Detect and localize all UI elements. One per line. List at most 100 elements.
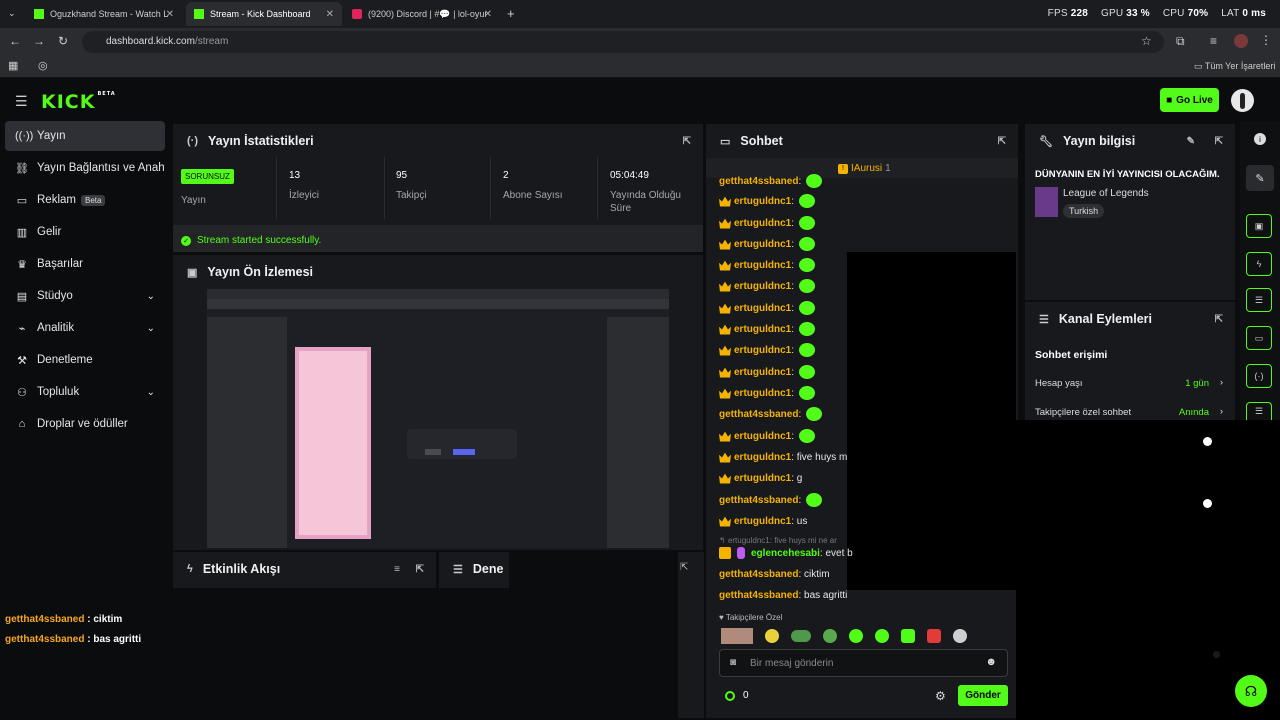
send-button[interactable]: Gönder <box>958 685 1008 706</box>
chat-message[interactable]: ertuguldnc1: us <box>719 513 807 529</box>
rail-activity-button[interactable]: ϟ <box>1246 252 1272 276</box>
chat-settings-icon[interactable]: ⚙ <box>935 689 946 703</box>
close-tab-icon[interactable]: ✕ <box>484 9 492 20</box>
chat-message[interactable]: ertuguldnc1: <box>719 300 816 316</box>
close-tab-icon[interactable]: ✕ <box>166 9 174 20</box>
chat-message[interactable]: ertuguldnc1: g <box>719 470 802 486</box>
chat-message[interactable]: getthat4ssbaned: bas agritti <box>719 587 847 603</box>
emote-icon[interactable] <box>765 629 779 643</box>
chat-message[interactable]: getthat4ssbaned: <box>719 492 823 508</box>
url-field[interactable]: dashboard.kick.com/stream <box>82 31 1164 53</box>
sidebar-item-stream[interactable]: ((·)) Yayın <box>5 121 165 151</box>
menu-dots-icon[interactable]: ⋮ <box>1260 33 1272 47</box>
emote-icon[interactable] <box>823 629 837 643</box>
popout-icon[interactable]: ⇱ <box>416 564 424 575</box>
popout-icon[interactable]: ⇱ <box>683 136 691 147</box>
edit-layout-button[interactable]: ✎ <box>1246 165 1274 191</box>
rail-stack-button[interactable]: ☰ <box>1246 402 1272 420</box>
apps-grid-icon[interactable]: ▦ <box>8 59 18 72</box>
close-tab-icon[interactable]: ✕ <box>326 9 334 20</box>
stream-preview-video[interactable] <box>207 289 669 548</box>
browser-tab-stream[interactable]: Oguzkhand Stream - Watch Live ✕ <box>26 2 182 26</box>
chat-message[interactable]: ertuguldnc1: <box>719 364 816 380</box>
browser-tab-dashboard[interactable]: Stream - Kick Dashboard ✕ <box>186 2 342 26</box>
sidebar-item-community[interactable]: ⚇ Topluluk ⌄ <box>5 377 165 407</box>
sidebar-item-stream-key[interactable]: ⛓ Yayın Bağlantısı ve Anahtar <box>5 153 165 183</box>
chat-user: getthat4ssbaned <box>719 408 799 420</box>
sidebar-item-analytics[interactable]: ⌁ Analitik ⌄ <box>5 313 165 343</box>
chat-input[interactable]: ◙ Bir mesaj gönderin ☻ <box>719 649 1008 677</box>
chat-message[interactable]: ertuguldnc1: <box>719 385 816 401</box>
tag-chip[interactable]: Turkish <box>1063 204 1105 218</box>
extensions-icon[interactable]: ⧉ <box>1176 34 1185 49</box>
rail-chat-button[interactable]: ▭ <box>1246 326 1272 350</box>
rail-list-button[interactable]: ☰ <box>1246 288 1272 312</box>
emote-icon[interactable] <box>791 630 811 642</box>
globe-icon[interactable]: ◎ <box>38 59 48 72</box>
chat-message[interactable]: ertuguldnc1: <box>719 428 816 444</box>
sidebar-item-label: Yayın <box>37 130 66 142</box>
chat-message[interactable]: ertuguldnc1: <box>719 257 816 273</box>
chat-message[interactable]: getthat4ssbaned: <box>719 406 823 422</box>
chat-message[interactable]: getthat4ssbaned: ciktim <box>719 566 830 582</box>
chat-settings-badge-icon: ◙ <box>730 657 737 668</box>
new-tab-button[interactable]: + <box>507 6 515 21</box>
emote-icon[interactable] <box>901 629 915 643</box>
kick-logo[interactable]: KICK BETA <box>41 91 116 113</box>
sidebar-item-achievements[interactable]: ♛ Başarılar <box>5 249 165 279</box>
media-icon[interactable]: ≡ <box>1210 34 1217 48</box>
go-live-button[interactable]: ■ Go Live <box>1160 88 1219 112</box>
category-thumbnail[interactable] <box>1035 187 1058 217</box>
forward-icon[interactable]: → <box>33 34 45 48</box>
chat-message[interactable]: ertuguldnc1: <box>719 342 816 358</box>
rail-preview-button[interactable]: ▣ <box>1246 214 1272 238</box>
popout-icon[interactable]: ⇱ <box>1215 314 1223 325</box>
sidebar-item-label: Topluluk <box>37 386 80 398</box>
emote-icon[interactable] <box>849 629 863 643</box>
filter-icon[interactable]: ≡ <box>394 564 400 575</box>
tab-search-icon[interactable]: ⌄ <box>8 8 16 19</box>
chat-message[interactable]: eglencehesabi : evet b <box>719 545 853 561</box>
sidebar-item-ads[interactable]: ▭ Reklam Beta <box>5 185 165 215</box>
hamburger-menu-icon[interactable]: ☰ <box>15 93 28 110</box>
emote-icon[interactable] <box>953 629 967 643</box>
profile-icon[interactable] <box>1234 34 1248 48</box>
sidebar-item-moderation[interactable]: ⚒ Denetleme <box>5 345 165 375</box>
back-icon[interactable]: ← <box>9 34 21 48</box>
chat-text: : us <box>791 515 808 527</box>
followers-only-label: ♥ Takipçilere Özel <box>719 613 783 622</box>
emote-icon[interactable] <box>927 629 941 643</box>
reload-icon[interactable]: ↻ <box>58 34 68 48</box>
category-name[interactable]: League of Legends <box>1063 188 1149 199</box>
info-icon[interactable]: i <box>1254 133 1266 145</box>
chat-message[interactable]: ertuguldnc1: <box>719 278 816 294</box>
all-bookmarks-link[interactable]: ▭ Tüm Yer İşaretleri <box>1194 61 1275 72</box>
rail-broadcast-button[interactable]: (·) <box>1246 364 1272 388</box>
emote-icon[interactable] <box>875 629 889 643</box>
sidebar-item-revenue[interactable]: ▥ Gelir <box>5 217 165 247</box>
popout-icon[interactable]: ⇱ <box>998 136 1006 147</box>
avatar[interactable] <box>1231 89 1254 112</box>
emoji-icon[interactable]: ☻ <box>985 656 997 668</box>
sidebar-item-studio[interactable]: ▤ Stüdyo ⌄ <box>5 281 165 311</box>
channel-points[interactable]: 0 <box>725 690 749 701</box>
popout-icon[interactable]: ⇱ <box>680 562 688 573</box>
edit-pencil-icon[interactable]: ✎ <box>1187 136 1195 147</box>
chat-message[interactable]: getthat4ssbaned: <box>719 173 823 189</box>
chat-message[interactable]: ertuguldnc1: <box>719 193 816 209</box>
chat-message[interactable]: ertuguldnc1: <box>719 215 816 231</box>
bookmark-star-icon[interactable]: ☆ <box>1141 34 1152 48</box>
chat-message[interactable]: ertuguldnc1: <box>719 236 816 252</box>
followers-chat-row[interactable]: Takipçilere özel sohbet Anında › <box>1035 406 1225 418</box>
support-headset-button[interactable]: ☊ <box>1235 675 1267 707</box>
popout-icon[interactable]: ⇱ <box>1215 136 1223 147</box>
emote-icon[interactable] <box>721 628 753 644</box>
browser-tab-discord[interactable]: (9200) Discord | #💬 | lol-oyun ✕ <box>344 2 500 26</box>
sidebar-item-drops[interactable]: ⌂ Droplar ve ödüller <box>5 409 165 439</box>
pinned-user[interactable]: ! IAurusi 1 <box>838 163 891 174</box>
account-age-row[interactable]: Hesap yaşı 1 gün › <box>1035 377 1225 389</box>
chat-message[interactable]: ertuguldnc1: five huys m <box>719 449 847 465</box>
followers-value: 95 <box>396 170 408 181</box>
chat-text: : <box>798 408 802 420</box>
chat-message[interactable]: ertuguldnc1: <box>719 321 816 337</box>
